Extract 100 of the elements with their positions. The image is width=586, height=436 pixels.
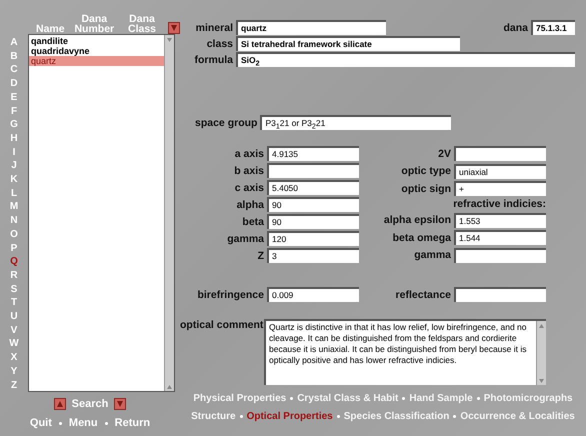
input-field[interactable]: 90 <box>267 214 359 229</box>
input-field[interactable]: + <box>454 181 546 196</box>
field-label: Z <box>256 250 264 262</box>
separator-dot <box>402 397 406 400</box>
letter-link[interactable]: Y <box>10 364 18 379</box>
input-field[interactable]: 120 <box>267 231 359 246</box>
letter-link[interactable]: R <box>10 268 18 283</box>
field-label: birefringence <box>196 288 264 300</box>
input-field[interactable]: 3 <box>267 248 359 263</box>
field-label: formula <box>193 54 233 66</box>
field-label: optic type <box>400 165 451 178</box>
letter-link[interactable]: V <box>10 324 18 338</box>
separator-dot <box>476 397 480 400</box>
separator-dot <box>290 397 294 400</box>
letter-link[interactable]: N <box>10 214 18 228</box>
down-arrow-icon[interactable] <box>168 22 180 34</box>
letter-link[interactable]: P <box>10 242 18 256</box>
letter-link[interactable]: J <box>11 159 17 174</box>
field-label: 2V <box>437 148 451 160</box>
field-label: c axis <box>234 182 264 194</box>
field-label: a axis <box>234 148 264 160</box>
letter-link[interactable]: Q <box>10 255 18 269</box>
field-label: optical comment <box>180 319 261 333</box>
separator-dot <box>240 415 243 418</box>
letter-link[interactable]: M <box>10 200 18 214</box>
field-label: alpha <box>236 198 264 210</box>
field-label: dana <box>502 22 528 34</box>
letter-link[interactable]: W <box>9 337 19 352</box>
input-field[interactable] <box>267 163 359 178</box>
letter-link[interactable]: A <box>10 36 18 50</box>
down-arrow-icon[interactable] <box>114 398 126 410</box>
nav-link[interactable]: Crystal Class & Habit <box>297 393 398 404</box>
field-label: b axis <box>233 164 264 176</box>
input-field[interactable]: Si tetrahedral framework silicate <box>236 36 460 51</box>
letter-link[interactable]: T <box>10 296 18 310</box>
input-field[interactable]: 4.9135 <box>267 146 359 161</box>
input-field[interactable]: 1.553 <box>454 212 546 228</box>
input-field[interactable]: 5.4050 <box>267 180 359 195</box>
letter-link[interactable]: Z <box>10 378 18 392</box>
field-label: reflectance <box>394 288 451 300</box>
letter-link[interactable]: E <box>10 90 18 105</box>
nav-link[interactable]: Species Classification <box>344 411 450 422</box>
letter-link[interactable]: F <box>10 104 18 118</box>
down-arrow-icon[interactable] <box>537 376 546 385</box>
nav-link[interactable]: Return <box>114 417 150 429</box>
nav-link[interactable]: Structure <box>191 411 236 422</box>
input-field[interactable]: SiO$_{2}$ <box>236 52 575 67</box>
input-field[interactable]: 75.1.3.1 <box>531 20 575 35</box>
search-label[interactable]: Search <box>72 398 108 410</box>
letter-link[interactable]: O <box>10 228 18 242</box>
input-field[interactable]: 90 <box>267 197 359 212</box>
nav-link[interactable]: Quit <box>30 417 52 429</box>
up-arrow-icon[interactable] <box>54 398 66 410</box>
scrollbar[interactable] <box>536 321 546 385</box>
input-field[interactable]: quartz <box>236 20 386 35</box>
field-label: gamma <box>226 232 264 244</box>
nav-link[interactable]: Optical Properties <box>246 411 333 422</box>
nav-link[interactable]: Menu <box>68 417 98 429</box>
letter-link[interactable]: K <box>10 173 18 187</box>
nav-link[interactable]: Occurrence & Localities <box>460 411 575 422</box>
list-item[interactable]: quartz <box>29 56 164 66</box>
input-field[interactable]: 1.544 <box>454 230 546 246</box>
separator-dot <box>58 422 62 424</box>
letter-link[interactable]: H <box>10 132 18 146</box>
letter-link[interactable]: B <box>10 50 18 64</box>
input-field[interactable] <box>454 287 546 302</box>
letter-link[interactable]: G <box>10 118 18 132</box>
separator-dot <box>453 415 456 418</box>
input-field[interactable] <box>454 248 546 263</box>
list-item[interactable]: qandilite <box>29 36 164 46</box>
scrollbar[interactable] <box>164 35 174 391</box>
comment-field[interactable]: Quartz is distinctive in that it has low relief, low birefringence, and no cleavage. It can be distinguished from the feldspars and cordierite because it is uniaxial. It can be distinguished from beryl because it is optically positive and has lower refractive indicies. <box>264 319 546 385</box>
letter-link[interactable]: U <box>10 310 18 324</box>
list-item[interactable]: quadridavyne <box>29 46 164 56</box>
letter-link[interactable]: X <box>10 351 18 365</box>
column-header[interactable]: Dana Class <box>124 14 160 34</box>
field-label: beta <box>241 216 264 228</box>
input-field[interactable]: P3$_{1}$21 or P3$_{2}$21 <box>260 115 452 130</box>
separator-dot <box>104 422 108 424</box>
field-label: gamma <box>413 249 451 262</box>
letter-link[interactable]: S <box>10 282 18 296</box>
letter-link[interactable]: C <box>10 63 18 78</box>
letter-link[interactable]: D <box>10 77 18 91</box>
input-field[interactable]: 0.009 <box>267 287 359 302</box>
down-arrow-icon[interactable] <box>165 35 174 44</box>
nav-link[interactable]: Physical Properties <box>193 393 286 404</box>
input-field[interactable] <box>454 146 546 162</box>
column-header[interactable]: Name <box>36 24 65 34</box>
field-label: mineral <box>194 22 233 34</box>
field-label: class <box>206 38 233 50</box>
nav-link[interactable]: Photomicrographs <box>484 393 573 404</box>
field-label: optic sign <box>400 182 451 195</box>
letter-link[interactable]: I <box>12 146 16 160</box>
field-label: space group <box>195 116 258 128</box>
column-header[interactable]: Dana Number <box>72 14 116 34</box>
letter-link[interactable]: L <box>10 186 18 200</box>
input-field[interactable]: uniaxial <box>454 164 546 179</box>
separator-dot <box>336 415 340 418</box>
field-label: beta omega <box>392 232 451 244</box>
nav-link[interactable]: Hand Sample <box>409 393 473 404</box>
